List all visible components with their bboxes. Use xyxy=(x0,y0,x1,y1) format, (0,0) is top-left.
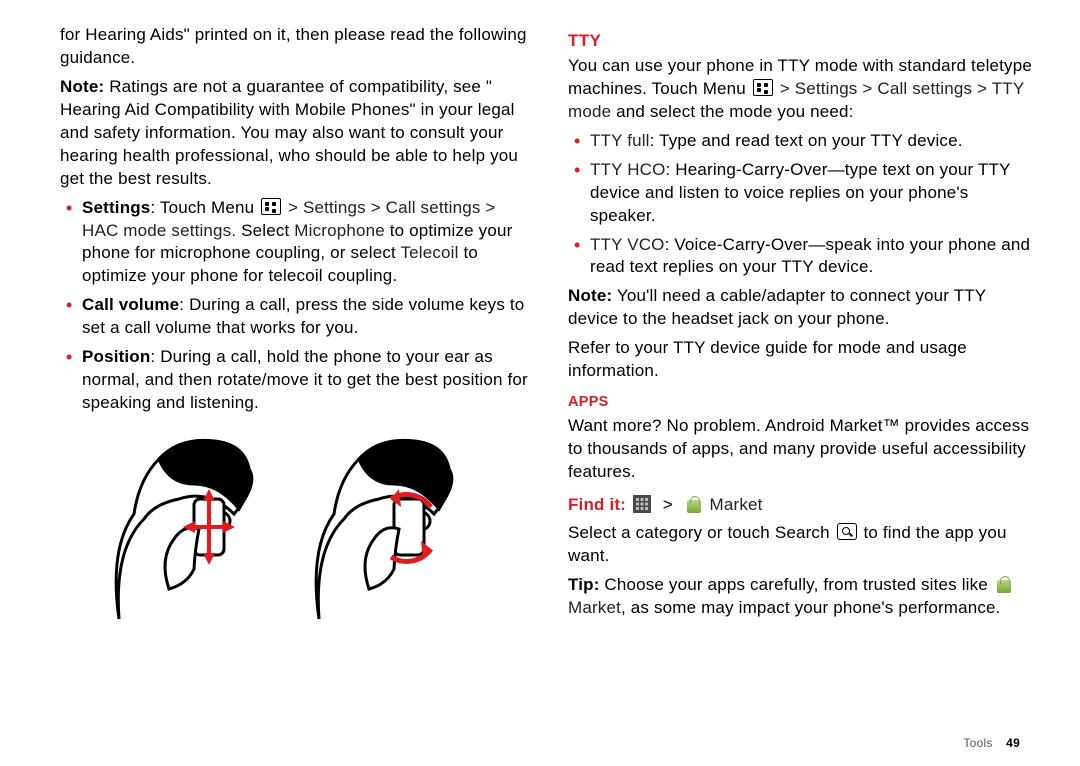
market-bag-icon xyxy=(995,575,1013,593)
hac-list: Settings: Touch Menu > Settings > Call s… xyxy=(60,197,528,415)
page-footer: Tools 49 xyxy=(963,736,1020,750)
hac-note: Note: Ratings are not a guarantee of com… xyxy=(60,76,528,191)
tty-mode-text: : Type and read text on your TTY device. xyxy=(650,131,963,150)
item-title: Settings xyxy=(82,198,150,217)
item-pre: : Touch Menu xyxy=(150,198,259,217)
list-item: TTY full: Type and read text on your TTY… xyxy=(590,130,1036,153)
tty-refer: Refer to your TTY device guide for mode … xyxy=(568,337,1036,383)
list-item: TTY VCO: Voice-Carry-Over—speak into you… xyxy=(590,234,1036,280)
tip-label: Tip: xyxy=(568,575,600,594)
list-item: Settings: Touch Menu > Settings > Call s… xyxy=(82,197,528,289)
menu-icon xyxy=(753,79,773,96)
tty-note-text: You'll need a cable/adapter to connect y… xyxy=(568,286,986,328)
apps-tip: Tip: Choose your apps carefully, from tr… xyxy=(568,574,1036,620)
tty-list: TTY full: Type and read text on your TTY… xyxy=(568,130,1036,280)
opt-telecoil: Telecoil xyxy=(401,243,459,262)
tty-mode-label: TTY HCO xyxy=(590,160,666,179)
menu-icon xyxy=(261,198,281,215)
tip-post: , as some may impact your phone's perfor… xyxy=(621,598,1001,617)
find-it-line: Find it: > Market xyxy=(568,494,1036,517)
apps-intro: Want more? No problem. Android Market™ p… xyxy=(568,415,1036,484)
tip-market: Market xyxy=(568,598,621,617)
manual-page: for Hearing Aids" printed on it, then pl… xyxy=(0,0,1080,766)
note-text: Ratings are not a guarantee of compatibi… xyxy=(60,77,518,188)
tip-pre: Choose your apps carefully, from trusted… xyxy=(600,575,993,594)
list-item: Call volume: During a call, press the si… xyxy=(82,294,528,340)
tty-mode-label: TTY full xyxy=(590,131,650,150)
tty-heading: TTY xyxy=(568,30,1036,53)
tty-note: Note: You'll need a cable/adapter to con… xyxy=(568,285,1036,331)
footer-page-number: 49 xyxy=(1006,736,1020,750)
apps-select: Select a category or touch Search to fin… xyxy=(568,522,1036,568)
market-bag-icon xyxy=(685,495,703,513)
illustration-svg xyxy=(99,429,489,629)
phone-position-illustration xyxy=(60,429,528,636)
list-item: TTY HCO: Hearing-Carry-Over—type text on… xyxy=(590,159,1036,228)
app-grid-icon xyxy=(633,495,651,513)
gt-sep: > xyxy=(658,495,678,514)
footer-section: Tools xyxy=(963,736,992,750)
left-column: for Hearing Aids" printed on it, then pl… xyxy=(60,24,528,742)
note-label: Note: xyxy=(568,286,612,305)
intro-text: for Hearing Aids" printed on it, then pl… xyxy=(60,24,528,70)
right-column: TTY You can use your phone in TTY mode w… xyxy=(568,24,1036,742)
item-mid: Select xyxy=(236,221,294,240)
tty-mode-label: TTY VCO xyxy=(590,235,665,254)
list-item: Position: During a call, hold the phone … xyxy=(82,346,528,415)
opt-microphone: Microphone xyxy=(294,221,385,240)
item-title: Position xyxy=(82,347,150,366)
tty-intro-post: and select the mode you need: xyxy=(611,102,853,121)
market-label: Market xyxy=(710,495,763,514)
search-icon xyxy=(837,523,857,540)
find-it-label: Find it: xyxy=(568,495,626,514)
note-label: Note: xyxy=(60,77,104,96)
apps-heading: Apps xyxy=(568,393,1036,413)
item-title: Call volume xyxy=(82,295,179,314)
apps-select-pre: Select a category or touch Search xyxy=(568,523,835,542)
tty-intro: You can use your phone in TTY mode with … xyxy=(568,55,1036,124)
